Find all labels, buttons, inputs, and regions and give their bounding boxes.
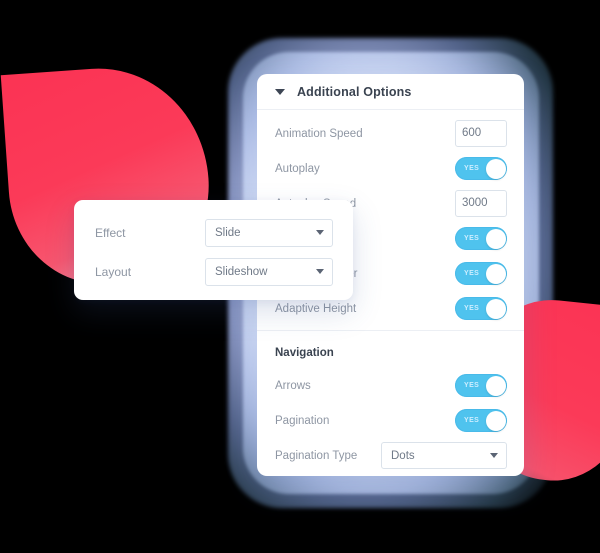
row-effect: Effect Slide [74,213,353,252]
pagination-toggle[interactable]: YES [455,409,507,432]
toggle-knob [485,410,506,431]
pagination-type-select[interactable]: Dots [381,442,507,469]
infinite-loop-toggle[interactable]: YES [455,227,507,250]
layout-select[interactable]: Slideshow [205,257,333,286]
toggle-knob [485,263,506,284]
panel-title: Additional Options [297,84,412,99]
toggle-label: YES [464,417,480,424]
row-label: Pagination Type [275,449,358,462]
caret-down-icon[interactable] [275,88,285,95]
select-value: Slideshow [215,265,268,278]
animation-speed-input[interactable]: 600 [455,120,507,147]
toggle-knob [485,228,506,249]
adaptive-height-toggle[interactable]: YES [455,297,507,320]
section-divider [257,330,524,331]
row-autoplay: Autoplay YES [257,151,524,186]
toggle-knob [485,298,506,319]
pause-on-hover-toggle[interactable]: YES [455,262,507,285]
row-label: Autoplay [275,162,320,175]
toggle-label: YES [464,305,480,312]
toggle-label: YES [464,382,480,389]
panel-header[interactable]: Additional Options [257,74,524,110]
row-label: Adaptive Height [275,302,357,315]
toggle-knob [485,375,506,396]
chevron-down-icon [316,230,324,235]
row-label: Arrows [275,379,311,392]
section-title: Navigation [275,347,334,359]
arrows-toggle[interactable]: YES [455,374,507,397]
toggle-knob [485,158,506,179]
row-label: Animation Speed [275,127,363,140]
autoplay-toggle[interactable]: YES [455,157,507,180]
autoplay-speed-input[interactable]: 3000 [455,190,507,217]
row-pagination-type: Pagination Type Dots [257,438,524,473]
navigation-section-heading: Navigation [257,338,524,368]
chevron-down-icon [316,269,324,274]
row-animation-speed: Animation Speed 600 [257,116,524,151]
row-layout: Layout Slideshow [74,252,353,291]
row-label: Effect [95,225,126,240]
row-label: Layout [95,264,132,279]
row-label: Pagination [275,414,330,427]
effect-layout-card: Effect Slide Layout Slideshow [74,200,353,300]
toggle-label: YES [464,270,480,277]
toggle-label: YES [464,165,480,172]
effect-select[interactable]: Slide [205,218,333,247]
toggle-label: YES [464,235,480,242]
chevron-down-icon [490,453,498,458]
row-pagination: Pagination YES [257,403,524,438]
screenshot-stage: Additional Options Animation Speed 600 A… [0,0,600,553]
select-value: Slide [215,226,241,239]
row-arrows: Arrows YES [257,368,524,403]
select-value: Dots [391,449,415,462]
